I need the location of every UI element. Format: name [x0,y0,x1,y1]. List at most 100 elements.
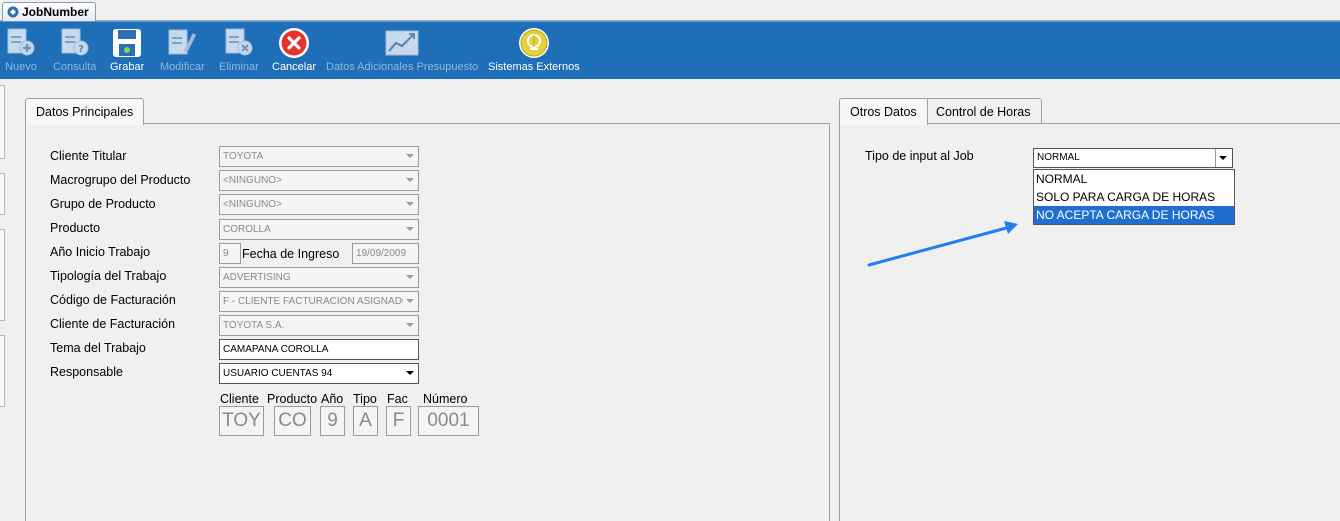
code-producto-label: Producto [267,392,318,406]
macrogrupo-value: <NINGUNO> [223,175,282,186]
toolbar: Nuevo ? Consulta Grabar Modificar Elimin… [0,21,1340,79]
tab-otros-datos-label: Otros Datos [850,105,917,119]
consulta-button[interactable]: ? Consulta [53,26,96,73]
option-normal[interactable]: NORMAL [1034,170,1234,188]
codigo-facturacion-label: Código de Facturación [50,293,176,307]
code-anio-label: Año [321,392,344,406]
annotation-arrow [867,221,1018,267]
delete-doc-icon [225,28,253,56]
eliminar-button[interactable]: Eliminar [219,26,259,73]
tipo-input-select[interactable]: NORMAL [1033,148,1233,168]
tipologia-label: Tipología del Trabajo [50,269,167,283]
code-cliente-value: TOY [222,410,261,431]
new-doc-icon [7,28,35,56]
option-no-acepta-carga-de-horas[interactable]: NO ACEPTA CARGA DE HORAS [1034,206,1234,224]
anio-inicio-field[interactable]: 9 [219,243,241,264]
chevron-down-icon [406,323,414,327]
code-anio-value: 9 [327,410,338,431]
chevron-down-icon [406,154,414,158]
code-tipo-label: Tipo [353,392,377,406]
cliente-facturacion-value: TOYOTA S.A. [223,320,285,331]
svg-text:?: ? [78,44,84,55]
cliente-titular-value: TOYOTA [223,151,264,162]
producto-select[interactable]: COROLLA [219,219,419,240]
macrogrupo-select[interactable]: <NINGUNO> [219,170,419,191]
tab-control-de-horas[interactable]: Control de Horas [925,98,1042,124]
macrogrupo-label: Macrogrupo del Producto [50,173,191,187]
fecha-ingreso-field[interactable]: 19/09/2009 [352,243,419,264]
app-icon [7,6,19,18]
chevron-down-icon [406,227,414,231]
consulta-label: Consulta [53,61,97,73]
tipologia-select[interactable]: ADVERTISING [219,267,419,288]
code-numero-label: Número [423,392,468,406]
cliente-facturacion-label: Cliente de Facturación [50,317,176,331]
grabar-button[interactable]: Grabar [110,26,144,73]
left-edge-strip [0,79,5,521]
chevron-down-icon [406,371,414,375]
code-anio-box: 9 [320,406,345,436]
grupo-producto-select[interactable]: <NINGUNO> [219,194,419,215]
tab-otros-datos[interactable]: Otros Datos [839,98,928,125]
code-producto-value: CO [278,410,307,431]
cancelar-button[interactable]: Cancelar [272,26,316,73]
code-fac-value: F [392,410,405,431]
cliente-titular-select[interactable]: TOYOTA [219,146,419,167]
nuevo-label: Nuevo [5,61,37,73]
responsable-value: USUARIO CUENTAS 94 [223,368,333,379]
nuevo-button[interactable]: Nuevo [4,26,38,73]
grabar-label: Grabar [110,61,145,73]
code-fac-label: Fac [387,392,408,406]
code-tipo-value: A [359,410,372,431]
save-icon [113,29,142,57]
producto-value: COROLLA [223,224,271,235]
sistemas-externos-label: Sistemas Externos [488,61,580,73]
cliente-titular-label: Cliente Titular [50,149,127,163]
grupo-producto-label: Grupo de Producto [50,197,156,211]
window-tabstrip: JobNumber [0,0,1340,21]
tab-datos-principales-label: Datos Principales [36,105,134,119]
tipo-input-dropdown-list: NORMAL SOLO PARA CARGA DE HORAS NO ACEPT… [1033,169,1235,225]
codigo-facturacion-select[interactable]: F - CLIENTE FACTURACIÓN ASIGNADO [219,291,419,312]
tipo-input-label: Tipo de input al Job [865,149,974,163]
option-solo-para-carga-de-horas[interactable]: SOLO PARA CARGA DE HORAS [1034,188,1234,206]
chevron-down-icon [1219,156,1227,160]
anio-inicio-label: Año Inicio Trabajo [50,245,151,259]
window-tab-title: JobNumber [22,5,89,19]
cancel-icon [279,28,310,58]
cliente-facturacion-select[interactable]: TOYOTA S.A. [219,315,419,336]
codigo-facturacion-value: F - CLIENTE FACTURACIÓN ASIGNADO [223,296,403,307]
anio-inicio-value: 9 [223,248,229,259]
chevron-down-icon [406,202,414,206]
code-numero-box: 0001 [418,406,479,436]
fecha-ingreso-label: Fecha de Ingreso [242,247,340,261]
code-cliente-label: Cliente [220,392,259,406]
tab-control-de-horas-label: Control de Horas [936,104,1031,119]
modificar-button[interactable]: Modificar [160,26,205,73]
tipo-input-value: NORMAL [1037,152,1080,163]
code-producto-box: CO [274,406,311,436]
tema-field[interactable]: CAMAPANA COROLLA [219,339,419,360]
datos-adicionales-label: Datos Adicionales Presupuesto [326,61,479,73]
tab-datos-principales[interactable]: Datos Principales [25,98,145,125]
tema-label: Tema del Trabajo [50,341,146,355]
eliminar-label: Eliminar [219,61,259,73]
producto-label: Producto [50,221,101,235]
responsable-select[interactable]: USUARIO CUENTAS 94 [219,363,419,384]
datos-adicionales-presupuesto-button[interactable]: Datos Adicionales Presupuesto [326,26,478,73]
edit-icon [168,29,197,55]
window-tab-jobnumber[interactable]: JobNumber [2,2,96,21]
grupo-producto-value: <NINGUNO> [223,199,282,210]
code-fac-box: F [386,406,411,436]
fecha-ingreso-value: 19/09/2009 [356,248,407,259]
cancelar-label: Cancelar [272,61,317,73]
tipologia-value: ADVERTISING [223,272,291,283]
chevron-down-icon [406,299,414,303]
sistemas-externos-button[interactable]: Sistemas Externos [488,26,580,73]
code-numero-value: 0001 [427,410,470,431]
code-cliente-box: TOY [219,406,264,436]
query-doc-icon: ? [61,28,89,56]
chevron-down-icon [406,275,414,279]
code-tipo-box: A [353,406,378,436]
modificar-label: Modificar [160,61,205,73]
